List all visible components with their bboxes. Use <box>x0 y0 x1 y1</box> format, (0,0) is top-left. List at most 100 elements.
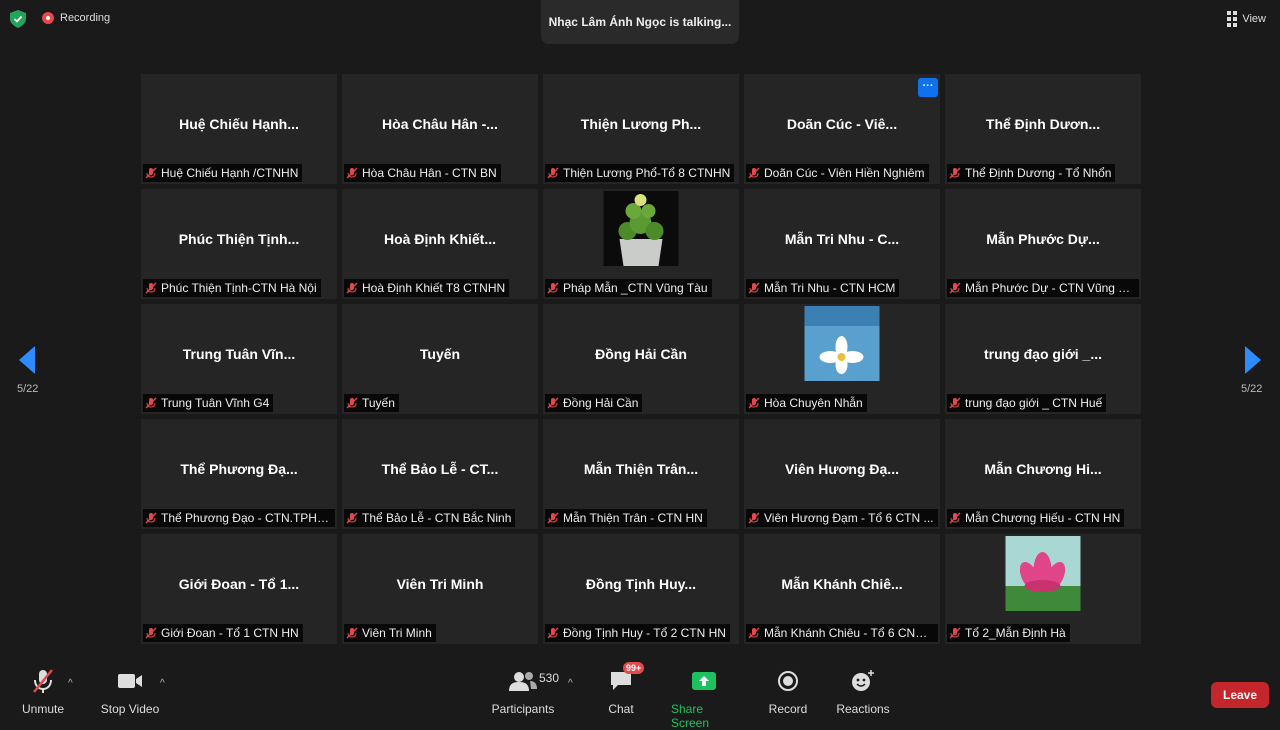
participant-tile[interactable]: Đồng Tịnh Huy... Đồng Tịnh Huy - Tổ 2 CTN… <box>543 534 739 644</box>
participant-name: trung đạo giới _ CTN Huế <box>965 396 1103 410</box>
unmute-button[interactable]: Unmute <box>22 668 64 716</box>
microphone-muted-icon <box>30 668 56 694</box>
participant-tile[interactable]: Doãn Cúc - Viê... ··· Doãn Cúc - Viên Hiền… <box>744 74 940 184</box>
participant-tile[interactable]: Thể Bảo Lễ - CT... Thể Bảo Lễ - CTN Bắc N… <box>342 419 538 529</box>
participant-display-name: Trung Tuân Vĩn... <box>182 346 296 362</box>
participant-tile[interactable]: trung đạo giới _...trung đạo giới _ CTN … <box>945 304 1141 414</box>
participant-tile[interactable]: Mẫn Chương Hi... Mẫn Chương Hiếu - CTN HN <box>945 419 1141 529</box>
participant-name: Đồng Tịnh Huy - Tổ 2 CTN HN <box>563 626 726 640</box>
chat-bubble-icon: 99+ <box>609 662 645 694</box>
participant-name: Đồng Hải Cần <box>563 396 639 410</box>
audio-options-caret-icon[interactable]: ^ <box>68 678 73 689</box>
participant-display-name: Giới Đoan - Tổ 1... <box>178 576 300 592</box>
participant-tile[interactable]: Phúc Thiện Tịnh... Phúc Thiện Tịnh-CTN Hà… <box>141 189 337 299</box>
participant-name-label: Giới Đoan - Tổ 1 CTN HN <box>143 624 303 642</box>
stop-video-button[interactable]: Stop Video <box>100 668 160 716</box>
participant-tile[interactable]: Mẫn Thiện Trân... Mẫn Thiện Trân - CTN HN <box>543 419 739 529</box>
participant-display-name: Thể Phương Đạ... <box>180 461 298 477</box>
participants-icon: 530 <box>509 668 559 694</box>
participant-tile[interactable]: Mẫn Tri Nhu - C... Mẫn Tri Nhu - CTN HCM <box>744 189 940 299</box>
muted-mic-icon <box>145 397 157 409</box>
muted-mic-icon <box>547 627 559 639</box>
participant-tile[interactable]: Trung Tuân Vĩn... Trung Tuân Vĩnh G4 <box>141 304 337 414</box>
chat-unread-badge: 99+ <box>623 662 645 674</box>
participant-name: Mẫn Tri Nhu - CTN HCM <box>764 281 896 295</box>
participant-name-label: Mẫn Khánh Chiêu - Tổ 6 CNT ... <box>746 624 938 642</box>
participant-tile[interactable]: Hoà Định Khiết... Hoà Định Khiết T8 CTNHN <box>342 189 538 299</box>
participant-tile[interactable]: Hòa Châu Hân -... Hòa Châu Hân - CTN BN <box>342 74 538 184</box>
participant-tile[interactable]: Tuyến Tuyến <box>342 304 538 414</box>
chat-label: Chat <box>608 702 634 716</box>
participant-display-name: Huệ Chiếu Hạnh... <box>179 116 299 132</box>
participant-tile[interactable]: Tổ 2_Mẫn Định Hà <box>945 534 1141 644</box>
record-button[interactable]: Record <box>768 668 808 716</box>
participant-name-label: Đồng Tịnh Huy - Tổ 2 CTN HN <box>545 624 730 642</box>
muted-mic-icon <box>145 282 157 294</box>
share-screen-icon <box>692 668 716 694</box>
participant-tile[interactable]: Thể Phương Đạ... Thể Phương Đạo - CTN.TPH… <box>141 419 337 529</box>
next-page-arrow-icon[interactable] <box>1243 346 1263 374</box>
security-shield-icon[interactable] <box>10 10 26 28</box>
participant-tile[interactable]: Mẫn Phước Dự... Mẫn Phước Dự - CTN Vũng T… <box>945 189 1141 299</box>
participants-button[interactable]: 530 Participants <box>491 668 559 716</box>
participant-name: Tổ 2_Mẫn Định Hà <box>965 626 1066 640</box>
participant-tile[interactable]: Thể Định Dươn... Thể Định Dương - Tổ Nhổn <box>945 74 1141 184</box>
participants-count: 530 <box>539 671 560 685</box>
muted-mic-icon <box>547 167 559 179</box>
participant-tile[interactable]: Viên Tri Minh Viên Tri Minh <box>342 534 538 644</box>
reactions-button[interactable]: Reactions <box>836 668 890 716</box>
participant-tile[interactable]: Đồng Hải Cần Đồng Hải Cần <box>543 304 739 414</box>
muted-mic-icon <box>346 167 358 179</box>
muted-mic-icon <box>748 167 760 179</box>
participant-name: Hoà Định Khiết T8 CTNHN <box>362 281 506 295</box>
participant-tile[interactable]: Mẫn Khánh Chiê... Mẫn Khánh Chiêu - Tổ 6 … <box>744 534 940 644</box>
participant-display-name: Mẫn Thiện Trân... <box>583 461 699 477</box>
video-options-caret-icon[interactable]: ^ <box>160 678 165 689</box>
participant-name: Mẫn Thiện Trân - CTN HN <box>563 511 703 525</box>
participant-tile[interactable]: Viên Hương Đạ... Viên Hương Đạm - Tổ 6 CT… <box>744 419 940 529</box>
muted-mic-icon <box>346 627 358 639</box>
share-screen-button[interactable]: Share Screen <box>671 668 737 730</box>
participant-display-name: trung đạo giới _... <box>983 346 1103 362</box>
participant-name: Trung Tuân Vĩnh G4 <box>161 396 270 410</box>
participant-tile[interactable]: Giới Đoan - Tổ 1... Giới Đoan - Tổ 1 CTN … <box>141 534 337 644</box>
participant-name-label: Hòa Chuyên Nhẫn <box>746 394 867 412</box>
participant-display-name: Viên Hương Đạ... <box>785 461 899 477</box>
participants-options-caret-icon[interactable]: ^ <box>568 678 573 689</box>
participant-name-label: Tổ 2_Mẫn Định Hà <box>947 624 1070 642</box>
participant-name-label: Mẫn Thiện Trân - CTN HN <box>545 509 707 527</box>
muted-mic-icon <box>346 282 358 294</box>
muted-mic-icon <box>949 627 961 639</box>
previous-page-arrow-icon[interactable] <box>17 346 37 374</box>
participant-tile[interactable]: Huệ Chiếu Hạnh... Huệ Chiếu Hạnh /CTNHN <box>141 74 337 184</box>
participant-name-label: Trung Tuân Vĩnh G4 <box>143 394 274 412</box>
participant-name: Thể Bảo Lễ - CTN Bắc Ninh <box>362 511 512 525</box>
participant-tile[interactable]: Thiện Lương Ph... Thiện Lương Phổ-Tổ 8 CT… <box>543 74 739 184</box>
chat-button[interactable]: 99+ Chat <box>601 662 645 716</box>
page-indicator-left: 5/22 <box>17 383 39 395</box>
participant-name-label: Hòa Châu Hân - CTN BN <box>344 164 501 182</box>
participant-name-label: Thiện Lương Phổ-Tổ 8 CTNHN <box>545 164 735 182</box>
participant-name: Thể Định Dương - Tổ Nhổn <box>965 166 1112 180</box>
participant-name-label: Viên Hương Đạm - Tổ 6 CTN ... <box>746 509 938 527</box>
participant-name-label: Thể Bảo Lễ - CTN Bắc Ninh <box>344 509 516 527</box>
participant-tile[interactable]: Hòa Chuyên Nhẫn <box>744 304 940 414</box>
participant-name: Doãn Cúc - Viên Hiền Nghiêm <box>764 166 925 180</box>
participant-display-name: Mẫn Phước Dự... <box>986 231 1100 247</box>
recording-label: Recording <box>60 12 111 24</box>
view-button[interactable]: View <box>1227 11 1266 27</box>
participant-name: Hòa Châu Hân - CTN BN <box>362 166 497 180</box>
participant-name: Giới Đoan - Tổ 1 CTN HN <box>161 626 299 640</box>
more-options-button[interactable]: ··· <box>918 78 938 97</box>
page-indicator-right: 5/22 <box>1241 383 1263 395</box>
muted-mic-icon <box>949 397 961 409</box>
leave-button[interactable]: Leave <box>1211 682 1269 708</box>
participant-name-label: Mẫn Tri Nhu - CTN HCM <box>746 279 900 297</box>
participant-avatar-image <box>804 306 880 381</box>
recording-indicator[interactable]: Recording <box>42 12 110 24</box>
participant-name-label: Pháp Mẫn _CTN Vũng Tàu <box>545 279 712 297</box>
participants-label: Participants <box>491 702 555 716</box>
leave-label: Leave <box>1222 688 1258 702</box>
participant-name: Phúc Thiện Tịnh-CTN Hà Nội <box>161 281 317 295</box>
participant-tile[interactable]: Pháp Mẫn _CTN Vũng Tàu <box>543 189 739 299</box>
